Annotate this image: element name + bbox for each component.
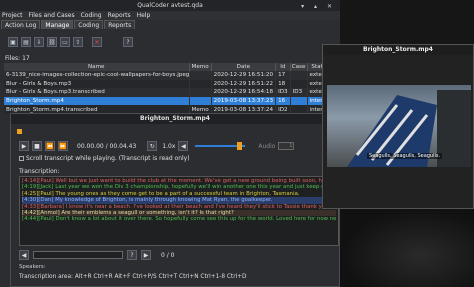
column-memo[interactable]: Memo	[189, 63, 212, 71]
menu-bar: Project Files and Cases Coding Reports H…	[0, 11, 340, 20]
file-date: 2019-03-08 13:37:23	[211, 96, 277, 106]
video-title: Brighton_Storm.mp4	[323, 45, 473, 55]
dialog-title-bar: Brighton_Storm.mp4 ✕	[11, 114, 339, 124]
menu-files-and-cases[interactable]: Files and Cases	[29, 11, 75, 20]
tab-coding[interactable]: Coding	[74, 20, 104, 29]
file-id: ID3	[275, 88, 291, 97]
audio-track-spinner[interactable]: 1	[278, 142, 295, 150]
column-id[interactable]: Id	[275, 63, 291, 71]
menu-coding[interactable]: Coding	[81, 11, 102, 20]
file-name: 6-3139_nice-images-collection-epic-cool-…	[4, 71, 190, 80]
table-row-selected[interactable]: Brighton_Storm.mp4 2019-03-08 13:37:23 1…	[4, 96, 335, 106]
forward-icon[interactable]: ⏩	[58, 141, 68, 151]
file-memo	[189, 88, 212, 97]
files-count-label: Files: 17	[5, 55, 30, 62]
file-date: 2020-12-29 16:54:18	[211, 88, 277, 97]
link-icon[interactable]: ⛓	[47, 37, 57, 47]
video-subtitle: Seagulls, Seagulls, Seagulls.	[367, 153, 443, 159]
transcription-text-area[interactable]: [4:14][Paul] Well but we just want to bu…	[19, 176, 339, 246]
files-table: Name Memo Date Id Case Status 6-3139_nic…	[4, 63, 335, 114]
file-id: 18	[275, 79, 291, 89]
next-icon[interactable]: ▶	[141, 250, 151, 260]
rewind-icon[interactable]: ⏪	[45, 141, 55, 151]
file-case	[290, 71, 308, 80]
media-transcript-dialog: Brighton_Storm.mp4 ✕ ▶ ■ ⏪ ⏩ 00.00.00 / …	[10, 113, 340, 287]
file-memo	[189, 71, 212, 80]
tab-action-log[interactable]: Action Log	[1, 20, 41, 29]
window-title-bar: QualCoder avtest.qda ▾ ▴ ✕	[0, 0, 340, 11]
transcript-line: [4:19][Jack] Last year we won the Div 3 …	[22, 184, 336, 191]
media-controls: ▶ ■ ⏪ ⏩ 00.00.00 / 00.04.43 ↻ 1.0x ◀ Aud…	[19, 140, 339, 152]
previous-icon[interactable]: ◀	[19, 250, 29, 260]
file-case	[290, 96, 308, 106]
shortcut-hint: Transcription area: Alt+R Ctrl+R Alt+F C…	[19, 274, 247, 280]
transcription-label: Transcription:	[19, 168, 60, 175]
menu-reports[interactable]: Reports	[108, 11, 131, 20]
column-date[interactable]: Date	[211, 63, 277, 71]
table-row[interactable]: 6-3139_nice-images-collection-epic-cool-…	[4, 71, 335, 80]
import-icon[interactable]: ⇩	[34, 37, 44, 47]
scroll-label: Scroll transcript while playing. (Transc…	[26, 155, 190, 162]
desktop-wallpaper-art	[340, 209, 474, 287]
speakers-label: Speakers:	[19, 264, 46, 270]
file-memo	[189, 79, 212, 89]
export-icon[interactable]: ⇧	[73, 37, 83, 47]
search-row: ◀ ? ▶ 0 / 0	[19, 250, 339, 260]
column-case[interactable]: Case	[290, 63, 308, 71]
table-row[interactable]: Blur - Girls & Boys.mp3.transcribed 2020…	[4, 88, 335, 97]
file-toolbar: ▣ ▤ ⇩ ⛓ ▭ ⇧ ✕ ?	[8, 37, 133, 49]
file-name: Blur - Girls & Boys.mp3.transcribed	[4, 88, 190, 97]
tab-bar: Action Log Manage Coding Reports	[0, 20, 340, 29]
file-date: 2020-12-29 16:51:22	[211, 79, 277, 89]
folder-icon[interactable]: ▭	[60, 37, 70, 47]
column-name[interactable]: Name	[4, 63, 190, 71]
tab-manage[interactable]: Manage	[41, 20, 74, 29]
help-icon[interactable]: ?	[127, 250, 137, 260]
qualcoder-main-window: QualCoder avtest.qda ▾ ▴ ✕ Project Files…	[0, 0, 340, 287]
file-name: Blur - Girls & Boys.mp3	[4, 79, 190, 89]
file-date: 2020-12-29 16:51:20	[211, 71, 277, 80]
slider-handle[interactable]	[236, 142, 242, 150]
help-icon[interactable]: ?	[123, 37, 133, 47]
scroll-checkbox[interactable]	[19, 156, 24, 161]
add-file-icon[interactable]: ▤	[21, 37, 31, 47]
play-icon[interactable]: ▶	[19, 141, 29, 151]
table-header: Name Memo Date Id Case Status	[4, 63, 335, 71]
search-input[interactable]	[33, 251, 123, 259]
time-display: 00.00.00 / 00.04.43	[77, 142, 137, 150]
refresh-icon[interactable]: ↻	[147, 141, 158, 151]
color-marker-icon	[17, 129, 22, 134]
view-icon[interactable]: ▣	[8, 37, 18, 47]
transcript-line: [4:44][Paul] Don't know a lot about it o…	[22, 216, 336, 223]
window-controls[interactable]: ▾ ▴ ✕	[301, 1, 336, 12]
file-id: 17	[275, 71, 291, 80]
volume-slider[interactable]	[195, 142, 246, 150]
search-count: 0 / 0	[161, 251, 175, 259]
file-id: 16	[275, 96, 291, 106]
delete-icon[interactable]: ✕	[92, 37, 102, 47]
scroll-transcript-row: Scroll transcript while playing. (Transc…	[19, 155, 190, 162]
window-title: QualCoder avtest.qda	[137, 2, 203, 9]
file-case: ID3	[290, 88, 308, 97]
dialog-title: Brighton_Storm.mp4	[140, 115, 210, 122]
file-name: Brighton_Storm.mp4	[4, 96, 190, 106]
tab-reports[interactable]: Reports	[104, 20, 136, 29]
audio-label: Audio	[258, 142, 276, 150]
menu-help[interactable]: Help	[137, 11, 151, 20]
speed-display: 1.0x	[162, 142, 176, 150]
file-case	[290, 79, 308, 89]
file-memo	[189, 96, 212, 106]
video-window: Brighton_Storm.mp4 Seagulls, Seagulls, S…	[322, 44, 474, 209]
menu-project[interactable]: Project	[2, 11, 23, 20]
dark-foreground	[437, 90, 471, 167]
mute-icon[interactable]: ◀	[178, 141, 189, 151]
video-frame[interactable]: Seagulls, Seagulls, Seagulls.	[327, 85, 471, 167]
table-row[interactable]: Blur - Girls & Boys.mp3 2020-12-29 16:51…	[4, 79, 335, 89]
stop-icon[interactable]: ■	[32, 141, 42, 151]
